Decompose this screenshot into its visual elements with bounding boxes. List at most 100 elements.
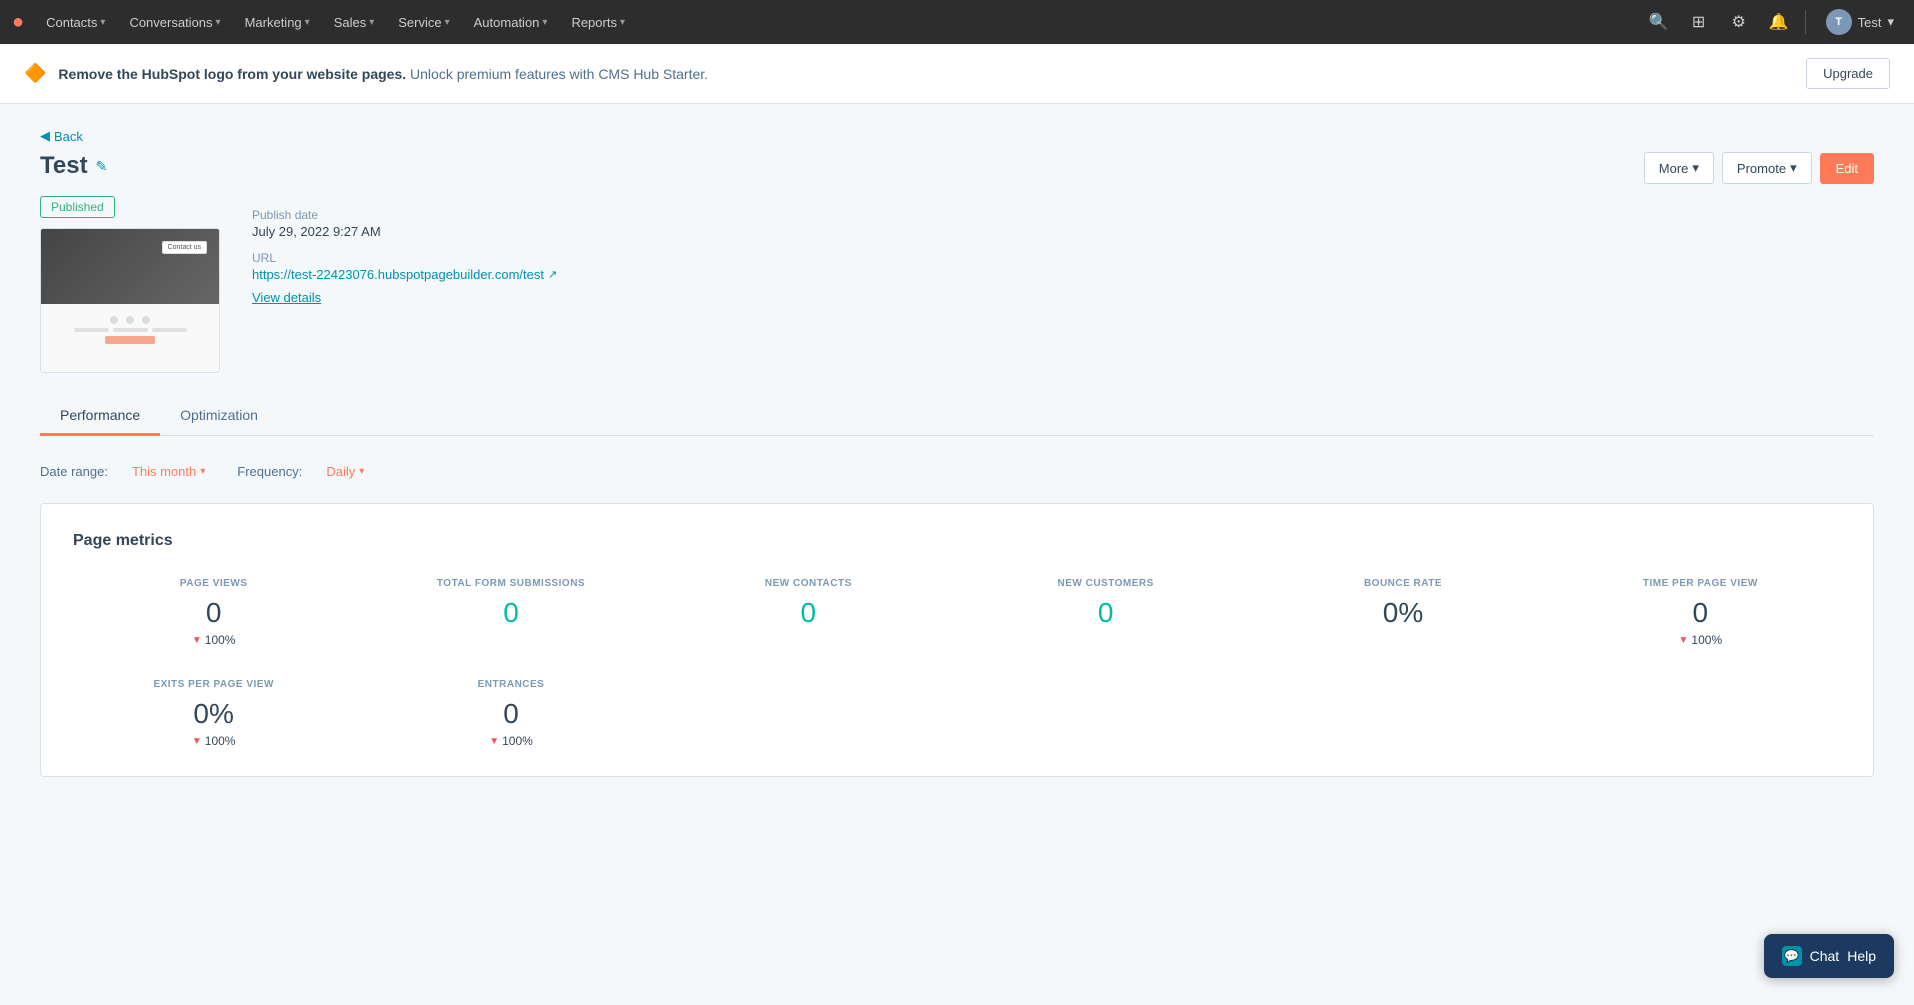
arrow-down-icon-2: ▼ (1679, 635, 1689, 646)
contacts-caret: ▾ (100, 17, 105, 28)
metrics-title: Page metrics (73, 532, 1841, 550)
frequency-caret: ▾ (359, 466, 364, 477)
upgrade-button[interactable]: Upgrade (1806, 58, 1890, 89)
metric-value-bounce-rate: 0% (1262, 597, 1543, 629)
metric-exits-per-page-view: EXITS PER PAGE VIEW 0% ▼ 100% (73, 679, 354, 748)
metric-value-page-views: 0 (73, 597, 354, 629)
dot-3 (142, 316, 150, 324)
automation-caret: ▾ (542, 17, 547, 28)
metric-bounce-rate: BOUNCE RATE 0% (1262, 578, 1543, 647)
nav-item-conversations[interactable]: Conversations ▾ (119, 9, 230, 36)
top-navigation: ● Contacts ▾ Conversations ▾ Marketing ▾… (0, 0, 1914, 44)
metric-label-exits: EXITS PER PAGE VIEW (73, 679, 354, 690)
dot-1 (110, 316, 118, 324)
page-info: Published Contact us (40, 196, 1874, 373)
user-caret: ▾ (1887, 14, 1894, 30)
tab-optimization[interactable]: Optimization (160, 397, 278, 436)
metric-label-time-per-page-view: TIME PER PAGE VIEW (1560, 578, 1841, 589)
arrow-down-icon: ▼ (192, 635, 202, 646)
view-details-link[interactable]: View details (252, 290, 557, 305)
pencil-icon[interactable]: ✎ (96, 158, 108, 175)
nav-item-reports[interactable]: Reports ▾ (561, 9, 635, 36)
dot-2 (126, 316, 134, 324)
thumbnail-dots (45, 316, 215, 324)
thumbnail-rows (45, 328, 215, 332)
promote-button[interactable]: Promote ▾ (1722, 152, 1812, 184)
upgrade-banner: 🔶 Remove the HubSpot logo from your webs… (0, 44, 1914, 104)
back-link[interactable]: ◀ Back (40, 128, 1874, 144)
conversations-caret: ▾ (216, 17, 221, 28)
metric-value-exits: 0% (73, 698, 354, 730)
metric-label-entrances: ENTRANCES (370, 679, 651, 690)
metric-label-bounce-rate: BOUNCE RATE (1262, 578, 1543, 589)
page-title: Test (40, 152, 88, 180)
service-caret: ▾ (445, 17, 450, 28)
metric-value-new-contacts: 0 (668, 597, 949, 629)
thumbnail-bottom (41, 304, 219, 373)
thumbnail-cta (105, 336, 155, 344)
metric-value-new-customers: 0 (965, 597, 1246, 629)
row-3 (152, 328, 187, 332)
tabs-bar: Performance Optimization (40, 397, 1874, 436)
notifications-icon[interactable]: 🔔 (1765, 8, 1793, 36)
date-range-caret: ▾ (200, 466, 205, 477)
sales-caret: ▾ (369, 17, 374, 28)
page-title-section: Test ✎ (40, 152, 107, 180)
row-1 (74, 328, 109, 332)
chat-bubble-icon: 💬 (1782, 946, 1802, 966)
metric-change-exits: ▼ 100% (73, 734, 354, 748)
thumbnail-image: Contact us (41, 229, 219, 304)
page-url-link[interactable]: https://test-22423076.hubspotpagebuilder… (252, 267, 544, 282)
metric-value-time-per-page-view: 0 (1560, 597, 1841, 629)
metric-value-entrances: 0 (370, 698, 651, 730)
header-actions: More ▾ Promote ▾ Edit (1644, 152, 1874, 184)
more-button[interactable]: More ▾ (1644, 152, 1714, 184)
nav-item-marketing[interactable]: Marketing ▾ (235, 9, 320, 36)
metric-form-submissions: TOTAL FORM SUBMISSIONS 0 (370, 578, 651, 647)
publish-date-label: Publish date (252, 208, 557, 222)
row-2 (113, 328, 148, 332)
main-content: ◀ Back Test ✎ More ▾ Promote ▾ Edit Publ… (0, 104, 1914, 1005)
metric-page-views: PAGE VIEWS 0 ▼ 100% (73, 578, 354, 647)
url-label: URL (252, 251, 557, 265)
metric-new-contacts: NEW CONTACTS 0 (668, 578, 949, 647)
settings-icon[interactable]: ⚙ (1725, 8, 1753, 36)
arrow-down-icon-4: ▼ (489, 736, 499, 747)
metric-label-new-customers: NEW CUSTOMERS (965, 578, 1246, 589)
nav-item-service[interactable]: Service ▾ (388, 9, 459, 36)
nav-right-section: 🔍 ⊞ ⚙ 🔔 T Test ▾ (1645, 5, 1902, 39)
promote-caret-icon: ▾ (1790, 160, 1797, 176)
nav-divider (1805, 10, 1806, 34)
metric-change-time-per-page-view: ▼ 100% (1560, 633, 1841, 647)
metrics-grid-bottom: EXITS PER PAGE VIEW 0% ▼ 100% ENTRANCES … (73, 679, 1841, 748)
page-meta: Publish date July 29, 2022 9:27 AM URL h… (252, 196, 557, 373)
metric-change-entrances: ▼ 100% (370, 734, 651, 748)
edit-button[interactable]: Edit (1820, 153, 1874, 184)
nav-item-sales[interactable]: Sales ▾ (324, 9, 385, 36)
page-thumbnail: Contact us (40, 228, 220, 373)
banner-icon: 🔶 (24, 63, 46, 84)
metric-time-per-page-view: TIME PER PAGE VIEW 0 ▼ 100% (1560, 578, 1841, 647)
chat-help-button[interactable]: 💬 Chat Help (1764, 934, 1894, 978)
back-arrow-icon: ◀ (40, 128, 50, 144)
metric-label-page-views: PAGE VIEWS (73, 578, 354, 589)
marketing-caret: ▾ (305, 17, 310, 28)
external-link-icon: ↗ (548, 268, 557, 281)
user-menu[interactable]: T Test ▾ (1818, 5, 1902, 39)
nav-item-contacts[interactable]: Contacts ▾ (36, 9, 115, 36)
marketplace-icon[interactable]: ⊞ (1685, 8, 1713, 36)
metrics-grid-top: PAGE VIEWS 0 ▼ 100% TOTAL FORM SUBMISSIO… (73, 578, 1841, 647)
metric-new-customers: NEW CUSTOMERS 0 (965, 578, 1246, 647)
reports-caret: ▾ (620, 17, 625, 28)
metric-label-form-submissions: TOTAL FORM SUBMISSIONS (370, 578, 651, 589)
publish-date-value: July 29, 2022 9:27 AM (252, 224, 557, 239)
page-thumbnail-wrapper: Published Contact us (40, 196, 220, 373)
tab-performance[interactable]: Performance (40, 397, 160, 436)
frequency-label: Frequency: (237, 464, 302, 479)
frequency-select[interactable]: Daily ▾ (318, 460, 372, 483)
search-icon[interactable]: 🔍 (1645, 8, 1673, 36)
hubspot-logo[interactable]: ● (12, 11, 24, 34)
nav-item-automation[interactable]: Automation ▾ (464, 9, 558, 36)
page-header: Test ✎ More ▾ Promote ▾ Edit (40, 152, 1874, 184)
date-range-select[interactable]: This month ▾ (124, 460, 213, 483)
